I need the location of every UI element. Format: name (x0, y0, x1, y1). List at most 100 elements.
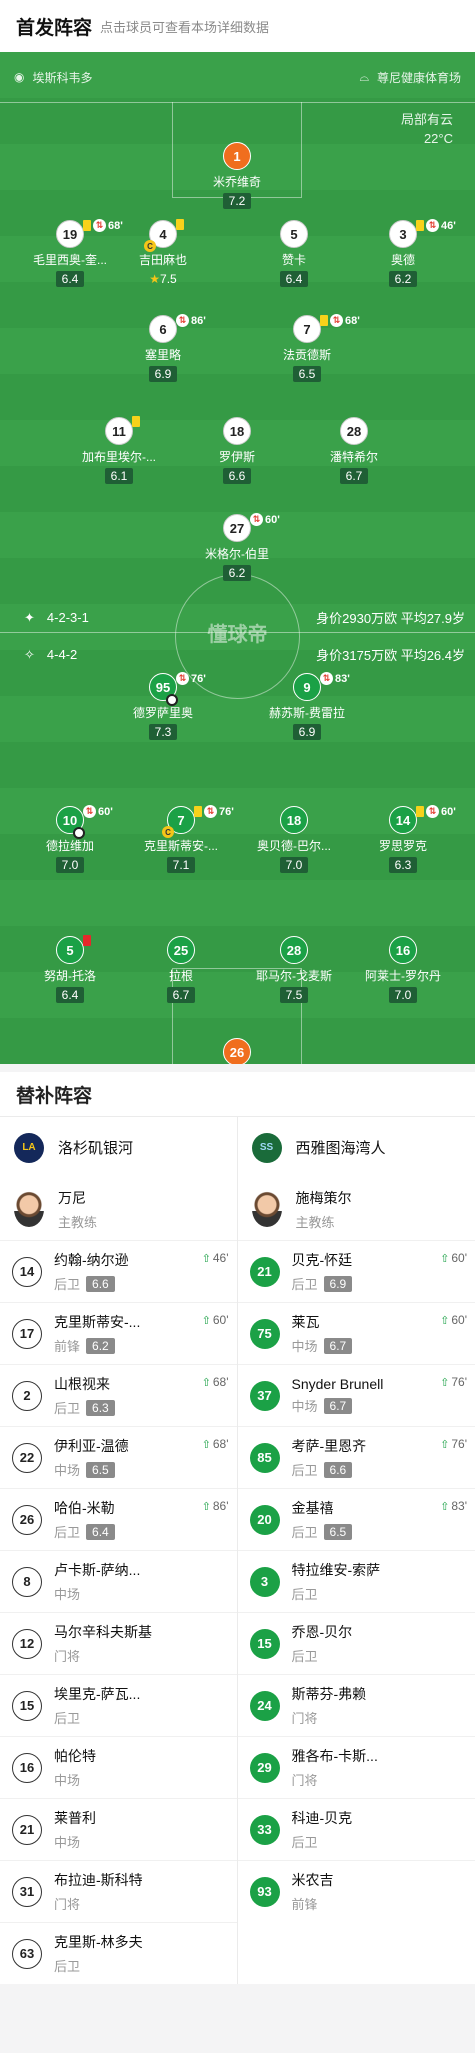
sub-name: 卢卡斯-萨纳... (54, 1562, 141, 1578)
sub-player-row[interactable]: 15 埃里克-萨瓦... 后卫 (0, 1674, 237, 1736)
left-coach[interactable]: 万尼 主教练 (0, 1178, 237, 1240)
sub-rating: 6.6 (86, 1275, 115, 1292)
sub-player-row[interactable]: 8 卢卡斯-萨纳... 中场 (0, 1550, 237, 1612)
player-away[interactable]: 28 耶马尔-戈麦斯 7.5 (239, 936, 349, 1003)
sub-player-row[interactable]: 29 雅各布-卡斯... 门将 (237, 1736, 475, 1798)
left-team-row[interactable]: LA 洛杉矶银河 (0, 1116, 237, 1178)
sub-name: 科迪-贝克 (291, 1810, 353, 1826)
sub-name: 雅各布-卡斯... (291, 1748, 378, 1764)
sub-player-row[interactable]: 33 科迪-贝克 后卫 (237, 1798, 475, 1860)
sub-player-row[interactable]: 12 马尔辛科夫斯基 门将 (0, 1612, 237, 1674)
sub-player-row[interactable]: 26 哈伯-米勒 后卫 6.4 ⇧ 86' (0, 1488, 237, 1550)
player-home[interactable]: 1 米乔维奇 7.2 (182, 142, 292, 209)
right-team-row[interactable]: SS 西雅图海湾人 (237, 1116, 475, 1178)
sub-number: 33 (249, 1814, 280, 1845)
player-events (132, 416, 140, 427)
sub-player-row[interactable]: 15 乔恩-贝尔 后卫 (237, 1612, 475, 1674)
player-away[interactable]: 14 ⇅ 60' 罗思罗克 6.3 (348, 805, 458, 873)
player-home[interactable]: 6 ⇅ 86' 塞里略 6.9 (108, 314, 218, 382)
right-coach[interactable]: 施梅策尔 主教练 (238, 1178, 475, 1240)
player-home[interactable]: 4 C 吉田麻也 ★7.5 (108, 219, 218, 287)
sub-player-row[interactable]: 3 特拉维安-索萨 后卫 (237, 1550, 475, 1612)
sub-in-icon: ⇧ (440, 1376, 450, 1389)
player-events (83, 935, 91, 946)
player-name: 赫苏斯-费雷拉 (269, 706, 345, 720)
sub-player-row[interactable]: 14 约翰-纳尔逊 后卫 6.6 ⇧ 46' (0, 1240, 237, 1302)
player-away[interactable]: 16 阿莱士-罗尔丹 7.0 (348, 936, 458, 1003)
sub-info: 后卫 6.9 (292, 1274, 353, 1293)
sub-player-row[interactable]: 31 布拉迪-斯科特 门将 (0, 1860, 237, 1922)
sub-player-row[interactable]: 2 山根视来 后卫 6.3 ⇧ 68' (0, 1364, 237, 1426)
player-name: 塞里略 (144, 348, 181, 362)
sub-player-row[interactable]: 22 伊利亚-温德 中场 6.5 ⇧ 68' (0, 1426, 237, 1488)
sub-name: 布拉迪-斯科特 (54, 1872, 143, 1888)
player-home[interactable]: 5 赞卡 6.4 (239, 220, 349, 287)
sub-player-row[interactable]: 24 斯蒂芬-弗赖 门将 (237, 1674, 475, 1736)
rating-value: 6.9 (298, 725, 316, 739)
sub-player-row[interactable]: 17 克里斯蒂安-... 前锋 6.2 ⇧ 60' (0, 1302, 237, 1364)
player-home[interactable]: 18 罗伊斯 6.6 (182, 417, 292, 484)
player-home[interactable]: 28 潘特希尔 6.7 (299, 417, 409, 484)
goal-ball-icon (166, 694, 178, 706)
player-rating: 6.4 (279, 271, 309, 287)
sub-info: 前锋 (292, 1894, 334, 1913)
sub-rating: 6.4 (86, 1523, 115, 1540)
player-away[interactable]: 26安德鲁-托马斯7.2 (182, 1038, 292, 1064)
player-rating: 6.9 (148, 366, 178, 382)
player-events: ⇅ 60' (83, 805, 113, 818)
player-away[interactable]: 18 奥贝德-巴尔... 7.0 (239, 806, 349, 873)
player-away[interactable]: 5 努胡-托洛 6.4 (15, 935, 125, 1003)
player-name: 米乔维奇 (212, 175, 261, 189)
player-rating: 7.3 (148, 724, 178, 740)
player-away[interactable]: 25 拉根 6.7 (126, 936, 236, 1003)
coach-avatar (14, 1191, 44, 1227)
sub-player-row[interactable]: 16 帕伦特 中场 (0, 1736, 237, 1798)
player-home[interactable]: 27 ⇅ 60' 米格尔-伯里 6.2 (182, 513, 292, 581)
player-home[interactable]: 7 ⇅ 68' 法贡德斯 6.5 (252, 314, 362, 382)
sub-on-time: ⇧ 46' (202, 1251, 229, 1265)
sub-player-row[interactable]: 21 贝克-怀廷 后卫 6.9 ⇧ 60' (237, 1240, 475, 1302)
yellow-card-icon (132, 416, 140, 427)
sub-in-icon: ⇧ (201, 1314, 211, 1327)
captain-icon: C (144, 240, 156, 252)
sub-minute: 86' (191, 314, 206, 327)
player-away[interactable]: 9 ⇅ 83' 赫苏斯-费雷拉 6.9 (252, 672, 362, 740)
sub-info: 门将 (292, 1770, 378, 1789)
player-name: 奥贝德-巴尔... (257, 839, 331, 853)
rating-value: 6.7 (345, 469, 363, 483)
sub-minute: 60' (441, 805, 456, 818)
sub-player-row[interactable]: 20 金基禧 后卫 6.5 ⇧ 83' (237, 1488, 475, 1550)
captain-icon: C (162, 826, 174, 838)
sub-position: 中场 (291, 1339, 318, 1354)
yellow-card-icon (194, 806, 202, 817)
sub-name: 考萨-里恩齐 (291, 1438, 367, 1454)
sub-position: 中场 (291, 1399, 318, 1414)
sub-player-row[interactable]: 93 米农吉 前锋 (237, 1860, 475, 1922)
sub-on-time: ⇧ 76' (440, 1437, 467, 1451)
sub-name: 金基禧 (291, 1500, 334, 1516)
player-number: 6 ⇅ 86' (149, 314, 206, 343)
coach-name: 施梅策尔 (295, 1189, 352, 1206)
substitution-icon: ⇅ (330, 314, 343, 327)
sub-player-row[interactable]: 21 莱普利 中场 (0, 1798, 237, 1860)
sub-player-row[interactable]: 37 Snyder Brunell 中场 6.7 ⇧ 76' (237, 1364, 475, 1426)
substitution-icon: ⇅ (176, 314, 189, 327)
coach-name: 万尼 (58, 1189, 86, 1206)
player-away[interactable]: 95 ⇅ 76' 德罗萨里奥 7.3 (108, 672, 218, 740)
sub-in-icon: ⇧ (440, 1252, 450, 1265)
away-value-age: 身价3175万欧 平均26.4岁 (316, 648, 465, 663)
player-name: 米格尔-伯里 (205, 547, 269, 561)
sub-number: 8 (12, 1566, 42, 1597)
player-away[interactable]: 10 ⇅ 60' 德拉维加 7.0 (15, 805, 125, 873)
player-home[interactable]: 11 加布里埃尔-... 6.1 (64, 416, 174, 484)
sub-player-row[interactable]: 75 莱瓦 中场 6.7 ⇧ 60' (237, 1302, 475, 1364)
player-home[interactable]: 3 ⇅ 46' 奥德 6.2 (348, 219, 458, 287)
sub-player-row[interactable]: 85 考萨-里恩齐 后卫 6.6 ⇧ 76' (237, 1426, 475, 1488)
sub-player-row[interactable]: 63 克里斯-林多夫 后卫 (0, 1922, 237, 1984)
player-away[interactable]: 7 ⇅ 76' C 克里斯蒂安-... 7.1 (126, 805, 236, 873)
substitution-icon: ⇅ (204, 805, 217, 818)
sub-in-icon: ⇧ (201, 1500, 211, 1513)
sub-name: 乔恩-贝尔 (291, 1624, 353, 1640)
sub-number: 2 (12, 1380, 42, 1411)
rating-value: 6.4 (285, 272, 303, 286)
